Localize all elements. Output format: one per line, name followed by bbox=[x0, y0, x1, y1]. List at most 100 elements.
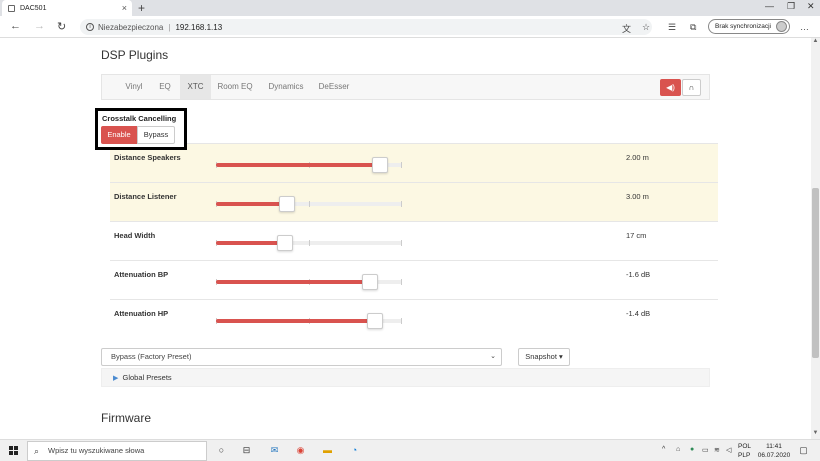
param-row: Head Width 17 cm bbox=[110, 221, 718, 260]
chevron-down-icon: ⌄ bbox=[490, 353, 496, 360]
tab-eq[interactable]: EQ bbox=[153, 75, 177, 99]
close-tab-icon[interactable]: × bbox=[122, 3, 127, 13]
new-tab-button[interactable]: + bbox=[138, 1, 145, 15]
taskbar-search-input[interactable]: ⌕ Wpisz tu wyszukiwane słowa bbox=[27, 441, 207, 461]
favorites-list-icon[interactable]: ☰ bbox=[668, 22, 676, 33]
security-tray-icon[interactable]: ● bbox=[690, 446, 694, 453]
param-row: Distance Speakers 2.00 m bbox=[110, 143, 718, 182]
edge-icon[interactable]: ◔ bbox=[348, 444, 361, 457]
forward-icon[interactable]: → bbox=[34, 20, 45, 32]
tab-vinyl[interactable]: Vinyl bbox=[119, 75, 149, 99]
refresh-icon[interactable]: ↻ bbox=[57, 20, 66, 33]
slider-fill bbox=[216, 163, 380, 167]
scroll-down-icon[interactable]: ▼ bbox=[811, 430, 820, 439]
caret-down-icon: ▾ bbox=[559, 352, 563, 361]
scroll-thumb[interactable] bbox=[812, 188, 819, 358]
windows-start-icon[interactable] bbox=[9, 446, 19, 456]
param-slider[interactable] bbox=[216, 274, 402, 291]
url-text: 192.168.1.13 bbox=[175, 22, 223, 32]
maximize-icon[interactable]: ❐ bbox=[787, 1, 795, 12]
param-value: -1.4 dB bbox=[626, 309, 651, 318]
param-slider[interactable] bbox=[216, 313, 402, 330]
minimize-icon[interactable]: — bbox=[765, 1, 774, 11]
dsp-plugin-tabs: Vinyl EQ XTC Room EQ Dynamics DeEsser ◀︎… bbox=[101, 74, 710, 100]
slider-handle[interactable] bbox=[277, 235, 293, 251]
slider-fill bbox=[216, 280, 370, 284]
page-content: DSP Plugins Vinyl EQ XTC Room EQ Dynamic… bbox=[0, 38, 811, 439]
volume-icon[interactable]: ◁ bbox=[726, 446, 731, 454]
param-slider[interactable] bbox=[216, 157, 402, 174]
sync-button[interactable]: Brak synchronizacji bbox=[708, 19, 790, 34]
enable-button[interactable]: Enable bbox=[101, 126, 137, 144]
preset-select[interactable]: Bypass (Factory Preset) ⌄ bbox=[101, 348, 502, 366]
section-title-dsp: DSP Plugins bbox=[101, 48, 169, 62]
taskbar-search-placeholder: Wpisz tu wyszukiwane słowa bbox=[48, 446, 145, 455]
back-icon[interactable]: ← bbox=[10, 20, 21, 32]
xtc-title: Crosstalk Cancelling bbox=[102, 114, 177, 123]
param-label: Head Width bbox=[114, 231, 156, 240]
tab-deesser[interactable]: DeEsser bbox=[315, 75, 353, 99]
page-scrollbar[interactable]: ▲ ▼ bbox=[811, 38, 820, 439]
headphone-output-button[interactable]: ∩ bbox=[682, 79, 701, 96]
tab-xtc[interactable]: XTC bbox=[180, 75, 211, 99]
battery-icon[interactable]: ▭ bbox=[702, 446, 709, 454]
cortana-icon[interactable]: ○ bbox=[215, 444, 228, 457]
slider-handle[interactable] bbox=[362, 274, 378, 290]
bypass-button[interactable]: Bypass bbox=[137, 126, 175, 144]
address-toolbar: ← → ↻ i Niezabezpieczona | 192.168.1.13 … bbox=[0, 16, 820, 38]
tab-room-eq[interactable]: Room EQ bbox=[214, 75, 256, 99]
browser-tab[interactable]: DAC501 × bbox=[2, 0, 132, 16]
clock-date: 06.07.2020 bbox=[757, 452, 791, 459]
windows-taskbar: ⌕ Wpisz tu wyszukiwane słowa ○ ⊟ ✉ ◉ ▬ ◔… bbox=[0, 439, 820, 461]
scroll-up-icon[interactable]: ▲ bbox=[811, 38, 820, 47]
tab-dynamics[interactable]: Dynamics bbox=[264, 75, 308, 99]
slider-tick bbox=[401, 240, 402, 246]
network-tray-icon[interactable]: ⌂ bbox=[676, 446, 680, 453]
tray-arrow-icon[interactable]: ^ bbox=[662, 446, 665, 453]
slider-tick bbox=[401, 318, 402, 324]
param-label: Distance Listener bbox=[114, 192, 177, 201]
avatar bbox=[776, 21, 787, 32]
param-row: Distance Listener 3.00 m bbox=[110, 182, 718, 221]
file-explorer-icon[interactable]: ▬ bbox=[321, 444, 334, 457]
task-view-icon[interactable]: ⊟ bbox=[240, 444, 253, 457]
slider-fill bbox=[216, 241, 285, 245]
favorite-star-icon[interactable]: ☆ bbox=[642, 22, 650, 33]
param-slider[interactable] bbox=[216, 196, 402, 213]
param-value: 17 cm bbox=[626, 231, 647, 240]
clock-time: 11:41 bbox=[766, 443, 782, 450]
input-language-indicator[interactable]: POL PLP bbox=[738, 442, 751, 460]
global-presets-toggle[interactable]: ▶ Global Presets bbox=[101, 368, 710, 387]
taskbar-clock[interactable]: 11:41 06.07.2020 bbox=[756, 442, 792, 460]
translate-icon[interactable]: 文 bbox=[622, 22, 631, 35]
param-row: Attenuation HP -1.4 dB bbox=[110, 299, 718, 338]
chrome-icon[interactable]: ◉ bbox=[294, 444, 307, 457]
info-icon[interactable]: i bbox=[86, 23, 94, 31]
headphones-icon: ∩ bbox=[688, 83, 695, 92]
global-presets-label: Global Presets bbox=[122, 373, 172, 382]
preset-select-value: Bypass (Factory Preset) bbox=[111, 352, 192, 361]
slider-tick bbox=[401, 279, 402, 285]
browser-tab-strip: DAC501 × + — ❐ ✕ bbox=[0, 0, 820, 16]
collections-icon[interactable]: ⧉ bbox=[690, 22, 696, 33]
slider-handle[interactable] bbox=[372, 157, 388, 173]
slider-handle[interactable] bbox=[279, 196, 295, 212]
crosstalk-cancelling-control: Crosstalk Cancelling Enable Bypass bbox=[95, 108, 187, 150]
slider-handle[interactable] bbox=[367, 313, 383, 329]
notifications-icon[interactable]: ▢ bbox=[797, 444, 810, 457]
speaker-output-button[interactable]: ◀︎) bbox=[660, 79, 681, 96]
slider-tick bbox=[401, 201, 402, 207]
close-window-icon[interactable]: ✕ bbox=[807, 1, 815, 12]
page-favicon-icon bbox=[8, 4, 15, 12]
slider-tick bbox=[309, 240, 310, 246]
security-status: Niezabezpieczona bbox=[98, 22, 164, 32]
wifi-icon[interactable]: ≋ bbox=[714, 446, 720, 454]
mail-icon[interactable]: ✉ bbox=[268, 444, 281, 457]
snapshot-button[interactable]: Snapshot ▾ bbox=[518, 348, 570, 366]
search-icon: ⌕ bbox=[34, 446, 40, 456]
address-bar[interactable]: i Niezabezpieczona | 192.168.1.13 bbox=[80, 19, 652, 35]
snapshot-label: Snapshot bbox=[525, 352, 557, 361]
more-menu-icon[interactable]: … bbox=[800, 22, 809, 32]
param-slider[interactable] bbox=[216, 235, 402, 252]
param-row: Attenuation BP -1.6 dB bbox=[110, 260, 718, 299]
